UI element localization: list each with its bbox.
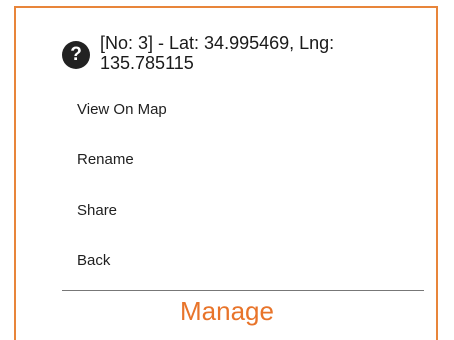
share-option[interactable]: Share bbox=[77, 202, 117, 219]
view-on-map-option[interactable]: View On Map bbox=[77, 101, 167, 118]
caption-label: Manage bbox=[180, 296, 274, 326]
back-option[interactable]: Back bbox=[77, 252, 110, 269]
help-icon: ? bbox=[62, 41, 90, 69]
rename-option[interactable]: Rename bbox=[77, 151, 134, 168]
dialog-header: ? [No: 3] - Lat: 34.995469, Lng: 135.785… bbox=[62, 33, 402, 73]
divider bbox=[62, 290, 424, 291]
dialog-title: [No: 3] - Lat: 34.995469, Lng: 135.78511… bbox=[100, 33, 335, 73]
